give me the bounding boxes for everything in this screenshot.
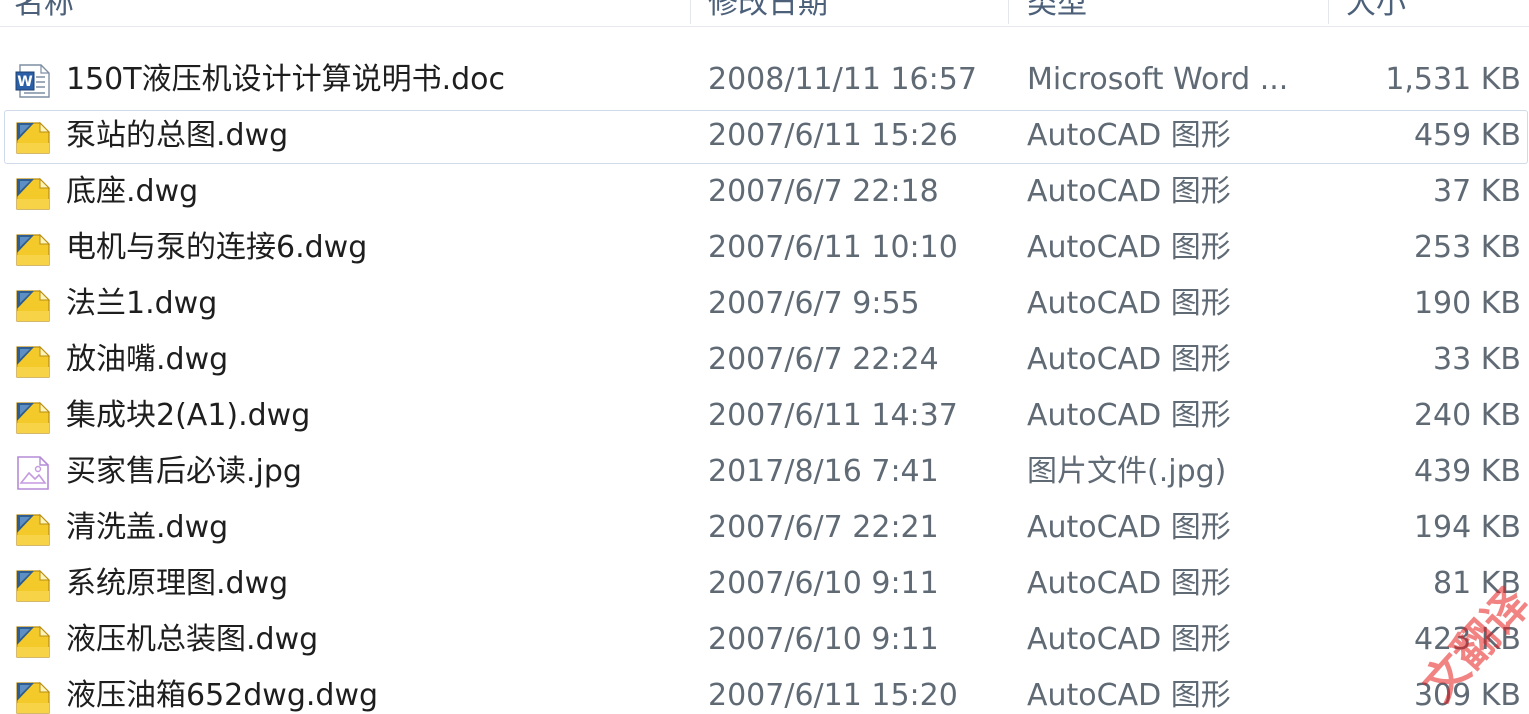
file-type: AutoCAD 图形 <box>1027 566 1231 601</box>
column-header-size[interactable]: 大小 <box>1346 0 1406 26</box>
file-name: 液压机总装图.dwg <box>66 622 319 657</box>
file-row[interactable]: 液压机总装图.dwg 2007/6/10 9:11 AutoCAD 图形 423 KB <box>0 612 1529 668</box>
file-date: 2007/6/11 10:10 <box>708 230 958 265</box>
file-list: W 150T液压机设计计算说明书.doc 2008/11/11 16:57 Micro… <box>0 52 1529 714</box>
file-type: AutoCAD 图形 <box>1027 286 1231 321</box>
file-name: 法兰1.dwg <box>66 286 218 321</box>
file-size: 1,531 KB <box>1385 62 1521 97</box>
column-divider[interactable] <box>1008 0 1009 24</box>
file-name: 放油嘴.dwg <box>66 342 229 377</box>
file-date: 2007/6/11 15:20 <box>708 678 958 713</box>
file-type: AutoCAD 图形 <box>1027 510 1231 545</box>
file-size: 253 KB <box>1413 230 1521 265</box>
file-row[interactable]: 泵站的总图.dwg 2007/6/11 15:26 AutoCAD 图形 459 KB <box>0 108 1529 164</box>
file-name: 系统原理图.dwg <box>66 566 289 601</box>
column-header: 名称 修改日期 类型 大小 <box>0 0 1529 27</box>
file-size: 439 KB <box>1413 454 1521 489</box>
file-date: 2007/6/10 9:11 <box>708 622 939 657</box>
file-type: AutoCAD 图形 <box>1027 398 1231 433</box>
file-row[interactable]: 集成块2(A1).dwg 2007/6/11 14:37 AutoCAD 图形 240… <box>0 388 1529 444</box>
file-type: AutoCAD 图形 <box>1027 678 1231 713</box>
file-size: 309 KB <box>1413 678 1521 713</box>
file-row[interactable]: 法兰1.dwg 2007/6/7 9:55 AutoCAD 图形 190 KB <box>0 276 1529 332</box>
file-type: AutoCAD 图形 <box>1027 174 1231 209</box>
file-date: 2008/11/11 16:57 <box>708 62 977 97</box>
column-divider[interactable] <box>1328 0 1329 24</box>
autocad-dwg-icon <box>14 343 52 379</box>
file-type: AutoCAD 图形 <box>1027 118 1231 153</box>
column-header-type[interactable]: 类型 <box>1027 0 1087 26</box>
autocad-dwg-icon <box>14 231 52 267</box>
file-date: 2007/6/11 15:26 <box>708 118 958 153</box>
file-size: 423 KB <box>1413 622 1521 657</box>
file-size: 459 KB <box>1413 118 1521 153</box>
file-date: 2007/6/10 9:11 <box>708 566 939 601</box>
autocad-dwg-icon <box>14 567 52 603</box>
file-row[interactable]: W 150T液压机设计计算说明书.doc 2008/11/11 16:57 Micro… <box>0 52 1529 108</box>
autocad-dwg-icon <box>14 119 52 155</box>
file-name: 电机与泵的连接6.dwg <box>66 230 368 265</box>
file-name: 150T液压机设计计算说明书.doc <box>66 62 506 97</box>
file-row[interactable]: 买家售后必读.jpg 2017/8/16 7:41 图片文件(.jpg) 439 KB <box>0 444 1529 500</box>
autocad-dwg-icon <box>14 175 52 211</box>
file-name: 买家售后必读.jpg <box>66 454 302 489</box>
autocad-dwg-icon <box>14 511 52 547</box>
file-size: 194 KB <box>1413 510 1521 545</box>
svg-text:W: W <box>17 74 32 90</box>
autocad-dwg-icon <box>14 287 52 323</box>
file-type: AutoCAD 图形 <box>1027 342 1231 377</box>
file-date: 2007/6/7 9:55 <box>708 286 920 321</box>
file-size: 190 KB <box>1413 286 1521 321</box>
file-type: AutoCAD 图形 <box>1027 230 1231 265</box>
file-size: 81 KB <box>1433 566 1521 601</box>
column-header-date[interactable]: 修改日期 <box>708 0 828 26</box>
image-file-icon <box>14 455 52 491</box>
file-date: 2007/6/11 14:37 <box>708 398 958 433</box>
file-type: AutoCAD 图形 <box>1027 622 1231 657</box>
file-name: 液压油箱652dwg.dwg <box>66 678 379 713</box>
file-date: 2007/6/7 22:21 <box>708 510 939 545</box>
file-date: 2017/8/16 7:41 <box>708 454 939 489</box>
file-type: 图片文件(.jpg) <box>1027 454 1227 489</box>
file-size: 240 KB <box>1413 398 1521 433</box>
file-row[interactable]: 液压油箱652dwg.dwg 2007/6/11 15:20 AutoCAD 图形 3… <box>0 668 1529 714</box>
autocad-dwg-icon <box>14 679 52 714</box>
file-date: 2007/6/7 22:18 <box>708 174 939 209</box>
column-header-name[interactable]: 名称 <box>14 0 74 26</box>
file-name: 底座.dwg <box>66 174 199 209</box>
file-row[interactable]: 系统原理图.dwg 2007/6/10 9:11 AutoCAD 图形 81 KB <box>0 556 1529 612</box>
autocad-dwg-icon <box>14 399 52 435</box>
file-row[interactable]: 放油嘴.dwg 2007/6/7 22:24 AutoCAD 图形 33 KB <box>0 332 1529 388</box>
file-row[interactable]: 电机与泵的连接6.dwg 2007/6/11 10:10 AutoCAD 图形 253… <box>0 220 1529 276</box>
file-name: 泵站的总图.dwg <box>66 118 289 153</box>
file-row[interactable]: 底座.dwg 2007/6/7 22:18 AutoCAD 图形 37 KB <box>0 164 1529 220</box>
file-type: Microsoft Word ... <box>1027 62 1289 97</box>
word-doc-icon: W <box>14 63 52 99</box>
file-size: 33 KB <box>1433 342 1521 377</box>
file-date: 2007/6/7 22:24 <box>708 342 939 377</box>
column-divider[interactable] <box>690 0 691 24</box>
file-row[interactable]: 清洗盖.dwg 2007/6/7 22:21 AutoCAD 图形 194 KB <box>0 500 1529 556</box>
file-size: 37 KB <box>1433 174 1521 209</box>
file-name: 集成块2(A1).dwg <box>66 398 311 433</box>
file-name: 清洗盖.dwg <box>66 510 229 545</box>
autocad-dwg-icon <box>14 623 52 659</box>
